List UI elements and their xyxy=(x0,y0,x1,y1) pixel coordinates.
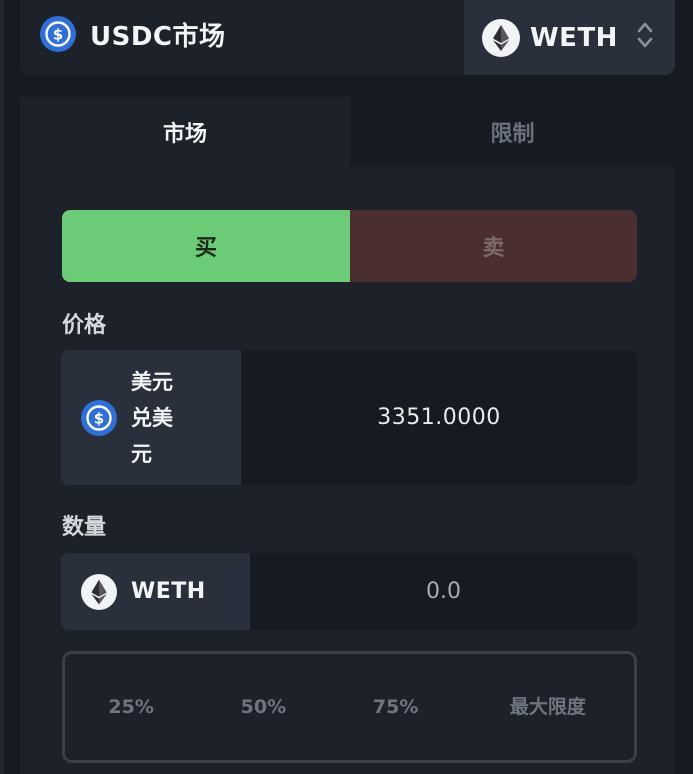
buy-button[interactable]: 买 xyxy=(62,210,350,282)
price-unit-label: 美元兑美元 xyxy=(131,369,173,466)
quantity-field: WETH 0.0 xyxy=(61,553,637,630)
svg-text:$: $ xyxy=(94,409,104,427)
price-field: $ 美元兑美元 3351.0000 xyxy=(61,350,637,485)
price-unit: $ 美元兑美元 xyxy=(61,350,241,485)
market-title-group: $ USDC市场 xyxy=(40,14,226,54)
price-input[interactable]: 3351.0000 xyxy=(241,350,637,485)
percent-75-button[interactable]: 75% xyxy=(330,654,462,760)
percent-selector: 25% 50% 75% 最大限度 xyxy=(62,651,637,763)
sell-button[interactable]: 卖 xyxy=(350,210,637,282)
usdc-icon: $ xyxy=(81,399,117,436)
svg-text:$: $ xyxy=(53,26,63,44)
quantity-input[interactable]: 0.0 xyxy=(250,553,637,630)
percent-25-button[interactable]: 25% xyxy=(65,654,197,760)
quantity-unit-label: WETH xyxy=(131,579,206,604)
order-type-tabs: 市场 限制 xyxy=(20,97,675,167)
price-label: 价格 xyxy=(62,313,107,338)
usdc-icon: $ xyxy=(40,16,76,52)
chevron-updown-icon xyxy=(637,22,653,48)
market-header: $ USDC市场 WETH xyxy=(20,0,675,75)
market-title: USDC市场 xyxy=(90,21,226,52)
token-selector-label: WETH xyxy=(530,22,618,53)
tab-limit[interactable]: 限制 xyxy=(350,97,675,167)
percent-max-button[interactable]: 最大限度 xyxy=(462,654,634,760)
percent-50-button[interactable]: 50% xyxy=(197,654,329,760)
buy-sell-toggle: 买 卖 xyxy=(62,210,637,282)
eth-icon xyxy=(81,573,117,610)
tab-market[interactable]: 市场 xyxy=(20,97,350,167)
quantity-unit: WETH xyxy=(61,553,250,630)
left-edge xyxy=(0,0,4,774)
quantity-label: 数量 xyxy=(62,515,107,540)
eth-icon xyxy=(482,18,520,57)
token-selector[interactable]: WETH xyxy=(464,0,675,75)
order-panel: 市场 限制 买 卖 价格 $ 美元兑美元 3351.0000 数量 WETH 0… xyxy=(20,97,675,774)
